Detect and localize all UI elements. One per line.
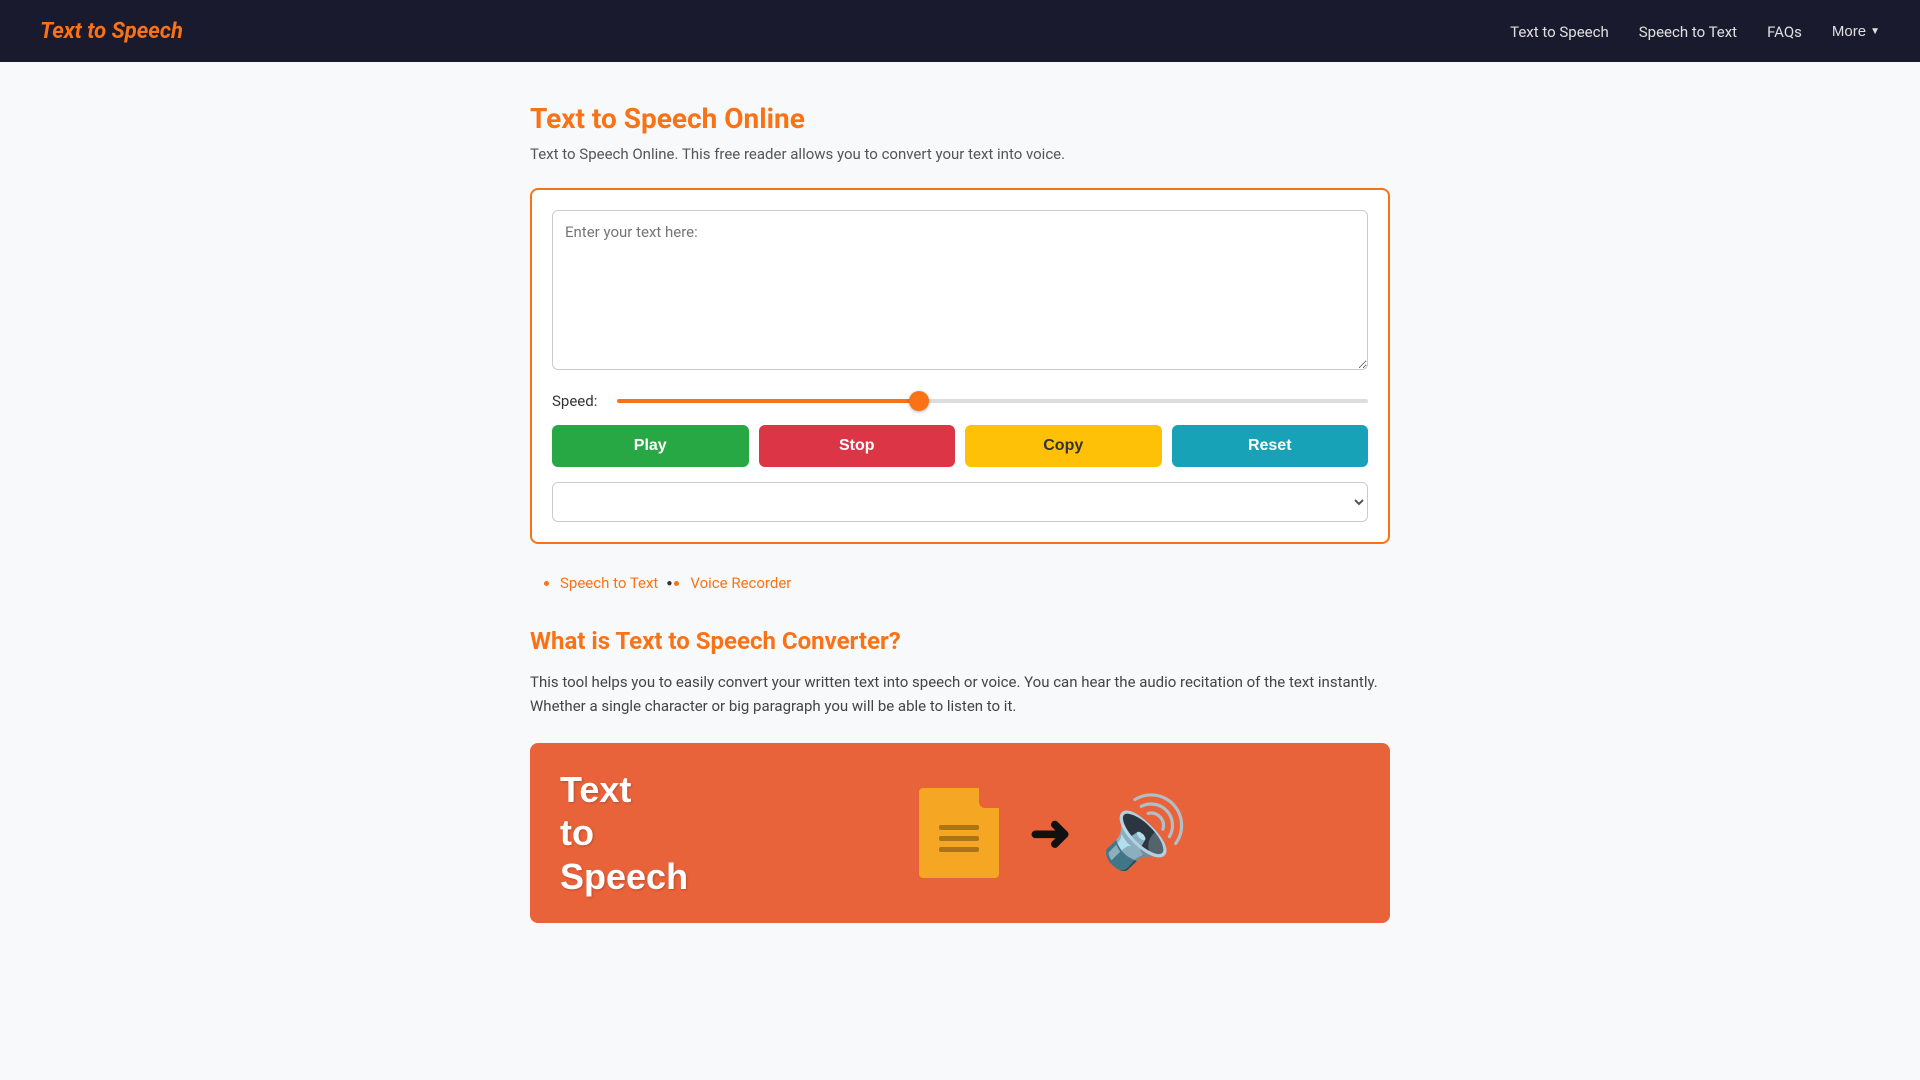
- bullet-separator: ●: [666, 578, 672, 589]
- speech-to-text-link[interactable]: Speech to Text: [560, 574, 658, 592]
- tool-box: Speed: Play Stop Copy Reset: [530, 188, 1390, 544]
- stop-button[interactable]: Stop: [759, 425, 956, 467]
- infographic-heading: TexttoSpeech: [530, 748, 718, 918]
- nav-links: Text to Speech Speech to Text FAQs More: [1510, 22, 1880, 41]
- brand-logo[interactable]: Text to Speech: [40, 19, 183, 44]
- play-button[interactable]: Play: [552, 425, 749, 467]
- document-icon: [919, 788, 999, 878]
- reset-button[interactable]: Reset: [1172, 425, 1369, 467]
- nav-faqs[interactable]: FAQs: [1767, 23, 1802, 41]
- speed-label: Speed:: [552, 392, 602, 410]
- speed-row: Speed:: [552, 392, 1368, 410]
- voice-select[interactable]: [552, 482, 1368, 522]
- infographic-banner: TexttoSpeech ➜ 🔊: [530, 743, 1390, 923]
- main-content: Text to Speech Online Text to Speech Onl…: [510, 62, 1410, 963]
- doc-line-2: [939, 836, 979, 841]
- copy-button[interactable]: Copy: [965, 425, 1162, 467]
- nav-speech-to-text[interactable]: Speech to Text: [1639, 23, 1737, 41]
- speaker-icon: 🔊: [1101, 792, 1188, 874]
- info-section-title: What is Text to Speech Converter?: [530, 627, 1390, 655]
- nav-text-to-speech[interactable]: Text to Speech: [1510, 23, 1609, 41]
- tool-links: Speech to Text ● Voice Recorder: [530, 564, 1390, 597]
- page-subtitle: Text to Speech Online. This free reader …: [530, 145, 1390, 163]
- infographic-icons: ➜ 🔊: [718, 768, 1390, 898]
- info-section-text: This tool helps you to easily convert yo…: [530, 670, 1390, 718]
- arrow-icon: ➜: [1029, 804, 1071, 863]
- voice-recorder-link[interactable]: Voice Recorder: [690, 574, 791, 592]
- more-dropdown-button[interactable]: More: [1832, 23, 1880, 40]
- doc-lines: [939, 825, 979, 852]
- navbar: Text to Speech Text to Speech Speech to …: [0, 0, 1920, 62]
- doc-line-3: [939, 847, 979, 852]
- page-title: Text to Speech Online: [530, 102, 1390, 135]
- doc-line-1: [939, 825, 979, 830]
- speed-slider[interactable]: [617, 399, 1368, 403]
- buttons-row: Play Stop Copy Reset: [552, 425, 1368, 467]
- text-input[interactable]: [552, 210, 1368, 370]
